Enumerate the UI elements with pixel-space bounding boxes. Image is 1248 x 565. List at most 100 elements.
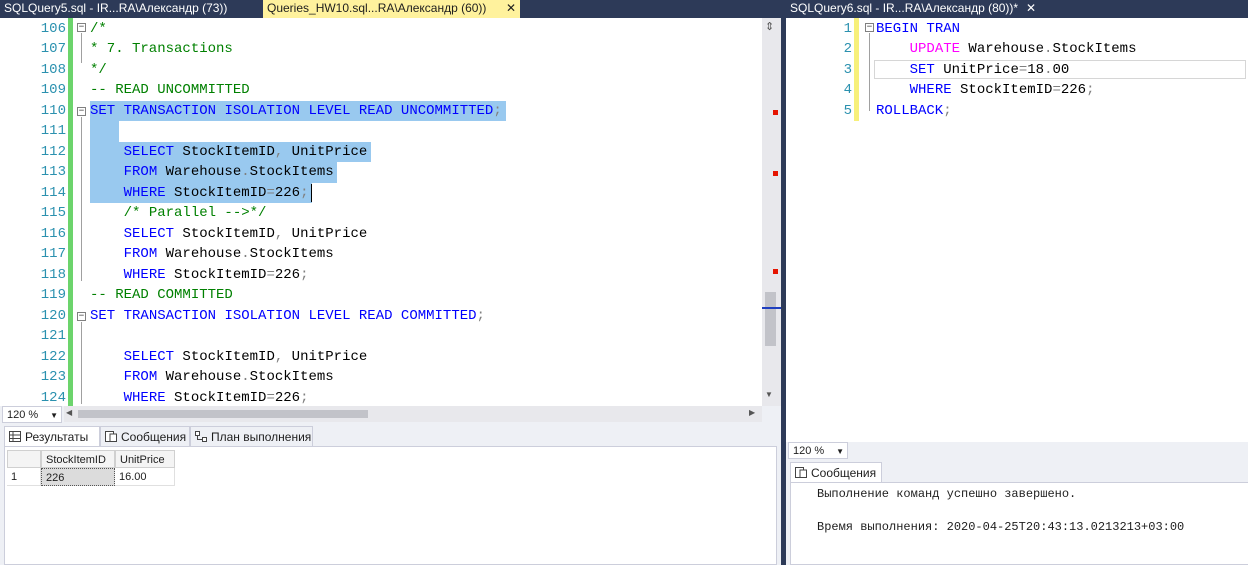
- results-grid[interactable]: StockItemID UnitPrice 1 226 16.00: [4, 446, 777, 565]
- tab-messages[interactable]: Сообщения: [100, 426, 190, 446]
- line-number: 110: [40, 102, 66, 119]
- scroll-right-icon[interactable]: ▶: [749, 408, 755, 417]
- scroll-down-icon[interactable]: ▼: [765, 390, 773, 399]
- left-query-pane: SQLQuery5.sql - IR...RA\Александр (73)) …: [0, 0, 781, 565]
- code-line[interactable]: BEGIN TRAN: [876, 19, 960, 40]
- code-line[interactable]: UPDATE Warehouse.StockItems: [876, 39, 1137, 60]
- line-number: 5: [843, 102, 852, 119]
- zoom-value: 120 %: [793, 445, 825, 457]
- left-code-editor[interactable]: 106 107 108 109 110 111 112 113 114 115 116 117 118 1…: [0, 18, 762, 406]
- tab-queries-hw10[interactable]: Queries_HW10.sql...RA\Александр (60)) ✕: [263, 0, 520, 18]
- close-icon[interactable]: ✕: [506, 0, 516, 17]
- code-line[interactable]: * 7. Transactions: [90, 39, 233, 60]
- messages-icon: [795, 467, 807, 478]
- result-cell[interactable]: 226: [41, 468, 115, 486]
- line-number: 117: [40, 246, 66, 262]
- tab-label: SQLQuery5.sql - IR...RA\Александр (73)): [4, 1, 228, 15]
- code-line[interactable]: FROM Warehouse.StockItems: [90, 367, 334, 388]
- line-number: 122: [40, 348, 66, 365]
- outline-guide: [869, 33, 870, 111]
- row-number[interactable]: 1: [7, 468, 41, 486]
- code-line[interactable]: WHERE StockItemID=226;: [90, 265, 309, 286]
- change-indicator-bar: [68, 18, 73, 406]
- collapse-toggle-icon[interactable]: −: [77, 23, 86, 32]
- code-line[interactable]: SELECT StockItemID, UnitPrice: [90, 142, 368, 163]
- right-tab-strip: SQLQuery6.sql - IR...RA\Александр (80))*…: [786, 0, 1248, 18]
- code-line[interactable]: WHERE StockItemID=226;: [90, 183, 309, 204]
- line-number: 121: [40, 328, 66, 344]
- outline-guide: [81, 321, 82, 404]
- split-icon[interactable]: ⇕: [765, 20, 774, 33]
- vertical-scrollbar[interactable]: ⇕ ▼: [762, 18, 781, 406]
- right-code-editor[interactable]: 1 2 3 4 5 − BEGIN TRAN UPDATE Warehouse.Stock…: [786, 18, 1248, 442]
- tab-sqlquery6[interactable]: SQLQuery6.sql - IR...RA\Александр (80))*…: [786, 0, 1048, 18]
- zoom-dropdown[interactable]: 120 % ▼: [2, 406, 62, 423]
- column-header[interactable]: StockItemID: [41, 450, 115, 468]
- line-number: 119: [40, 287, 66, 303]
- scrollbar-thumb[interactable]: [78, 410, 368, 418]
- scrollbar-thumb[interactable]: [765, 292, 776, 346]
- line-number: 3: [843, 61, 852, 78]
- grid-icon: [9, 431, 21, 442]
- line-number: 106: [40, 20, 66, 37]
- code-line[interactable]: WHERE StockItemID=226;: [90, 388, 309, 407]
- line-number: 111: [40, 123, 66, 139]
- tab-results[interactable]: Результаты: [4, 426, 100, 446]
- code-line[interactable]: SELECT StockItemID, UnitPrice: [90, 347, 368, 368]
- chevron-down-icon: ▼: [50, 411, 58, 420]
- code-line[interactable]: -- READ COMMITTED: [90, 285, 233, 306]
- scroll-left-icon[interactable]: ◀: [66, 408, 72, 417]
- line-number-gutter: 1 2 3 4 5 −: [786, 18, 876, 442]
- zoom-value: 120 %: [7, 409, 39, 421]
- text-cursor: [310, 183, 312, 202]
- code-line[interactable]: */: [90, 60, 107, 81]
- row-header-corner[interactable]: [7, 450, 41, 468]
- message-line: Выполнение команд успешно завершено.: [817, 487, 1077, 501]
- chevron-down-icon: ▼: [836, 447, 844, 456]
- change-marker: [773, 110, 778, 115]
- tab-messages[interactable]: Сообщения: [790, 462, 882, 482]
- horizontal-scrollbar[interactable]: ◀ ▶: [64, 406, 762, 422]
- code-line[interactable]: WHERE StockItemID=226;: [876, 80, 1095, 101]
- tab-execution-plan[interactable]: План выполнения: [190, 426, 313, 446]
- change-marker: [773, 171, 778, 176]
- execution-plan-icon: [195, 431, 207, 442]
- tab-label: Результаты: [25, 430, 89, 444]
- unsaved-change-bar: [854, 18, 859, 121]
- result-cell[interactable]: 16.00: [115, 468, 175, 486]
- zoom-dropdown[interactable]: 120 % ▼: [788, 442, 848, 459]
- collapse-toggle-icon[interactable]: −: [865, 23, 874, 32]
- code-line[interactable]: /*: [90, 19, 107, 40]
- left-tab-strip: SQLQuery5.sql - IR...RA\Александр (73)) …: [0, 0, 781, 18]
- tab-label: Queries_HW10.sql...RA\Александр (60)): [267, 1, 487, 15]
- column-header[interactable]: UnitPrice: [115, 450, 175, 468]
- messages-icon: [105, 431, 117, 442]
- messages-panel: Выполнение команд успешно завершено. Вре…: [790, 482, 1248, 565]
- collapse-toggle-icon[interactable]: −: [77, 311, 86, 321]
- message-line: Время выполнения: 2020-04-25T20:43:13.02…: [817, 520, 1185, 534]
- tab-sqlquery5[interactable]: SQLQuery5.sql - IR...RA\Александр (73)): [0, 0, 262, 18]
- code-line[interactable]: -- READ UNCOMMITTED: [90, 80, 250, 101]
- line-number: 115: [40, 205, 66, 221]
- code-line[interactable]: /* Parallel -->*/: [90, 203, 267, 224]
- code-line[interactable]: SELECT StockItemID, UnitPrice: [90, 224, 368, 245]
- code-line[interactable]: SET TRANSACTION ISOLATION LEVEL READ UNC…: [90, 101, 502, 122]
- close-icon[interactable]: ✕: [1026, 0, 1036, 17]
- line-number: 4: [843, 82, 852, 98]
- tab-label: Сообщения: [121, 430, 187, 444]
- caret-position-marker: [762, 307, 781, 309]
- code-line[interactable]: FROM Warehouse.StockItems: [90, 244, 334, 265]
- code-line[interactable]: SET TRANSACTION ISOLATION LEVEL READ COM…: [90, 306, 485, 327]
- change-marker: [773, 269, 778, 274]
- line-number: 107: [40, 41, 66, 57]
- collapse-toggle-icon[interactable]: −: [77, 106, 86, 116]
- line-number: 124: [40, 389, 66, 406]
- line-number: 123: [40, 369, 66, 385]
- line-number: 116: [40, 225, 66, 242]
- code-line[interactable]: ROLLBACK;: [876, 101, 952, 122]
- outline-guide: [81, 33, 82, 63]
- outline-guide: [81, 116, 82, 281]
- code-line[interactable]: FROM Warehouse.StockItems: [90, 162, 334, 183]
- results-tab-strip: Результаты Сообщения План выполнения: [0, 424, 781, 446]
- current-line-highlight: [874, 59, 1246, 79]
